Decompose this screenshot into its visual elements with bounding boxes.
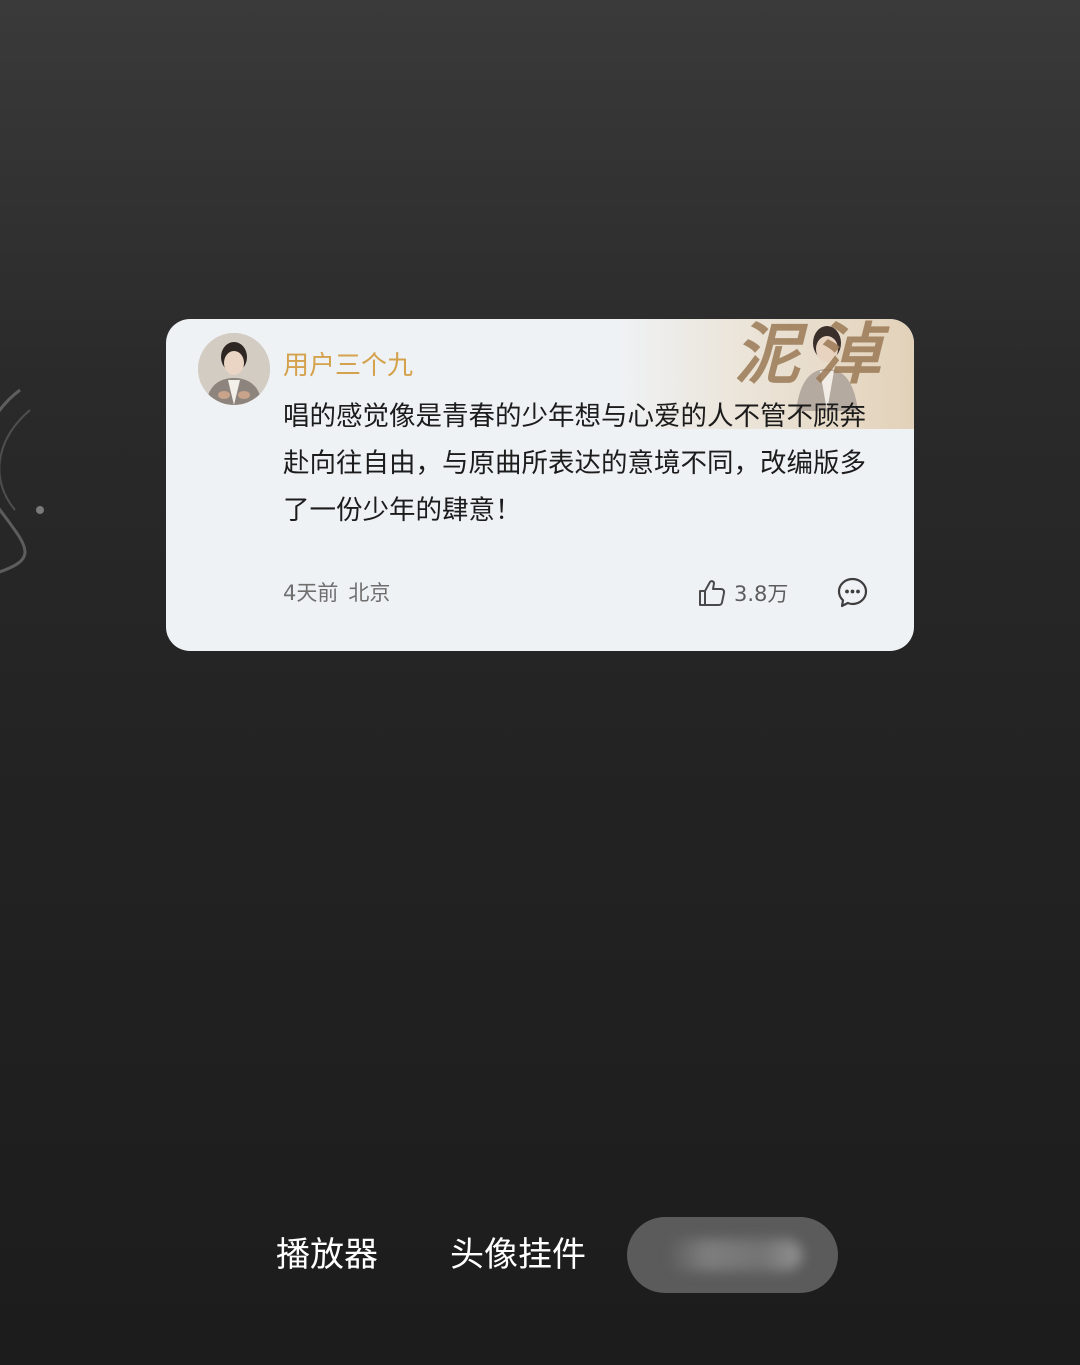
username[interactable]: 用户三个九: [283, 348, 413, 384]
decoration-calligraphy: 泥淖: [734, 319, 894, 393]
tab-avatar-pendant[interactable]: 头像挂件: [450, 1217, 586, 1293]
comment-location: 北京: [348, 581, 391, 605]
avatar[interactable]: [198, 333, 270, 405]
tab-selected-blurred[interactable]: [627, 1217, 838, 1293]
comment-card: 泥淖 用户三个九 唱的感觉像是青春的少年想与心爱的人不管不顾奔赴向往自由，与原曲…: [166, 319, 914, 651]
comment-text: 唱的感觉像是青春的少年想与心爱的人不管不顾奔赴向往自由，与原曲所表达的意境不同，…: [283, 401, 866, 526]
comment-bubble-icon[interactable]: [836, 576, 869, 609]
thumbs-up-icon: [699, 580, 726, 606]
like-button[interactable]: 3.8万: [696, 575, 788, 611]
decorative-swirl: [0, 388, 44, 574]
blurred-tab-label: [667, 1239, 802, 1271]
comment-meta: 4天前 北京: [283, 578, 390, 608]
avatar-portrait: [198, 333, 270, 405]
comment-time: 4天前: [283, 581, 339, 605]
bottom-tab-bar: 播放器 头像挂件: [0, 1217, 1080, 1293]
tab-player[interactable]: 播放器: [276, 1217, 378, 1293]
like-count: 3.8万: [734, 582, 789, 606]
